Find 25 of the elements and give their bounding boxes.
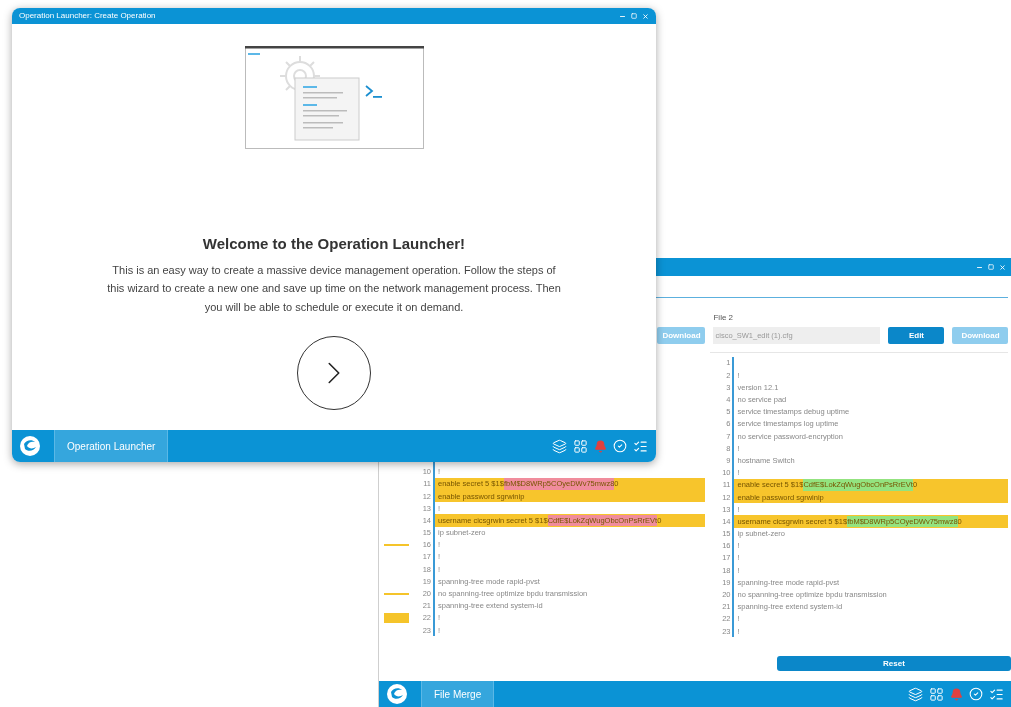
change-marker (384, 592, 409, 595)
task-list-icon[interactable] (989, 686, 1004, 702)
welcome-description: This is an easy way to create a massive device management operation. Follow the steps of this wizard to create a new one and save up time on the network management process. Then you will be able to schedule or execute it on demand. (106, 262, 562, 315)
edit-button[interactable]: Edit (888, 327, 945, 344)
change-marker (384, 613, 409, 624)
change-marker (384, 543, 409, 546)
app-logo-icon[interactable] (19, 435, 41, 457)
close-icon[interactable] (999, 263, 1006, 271)
check-circle-icon[interactable] (613, 439, 627, 453)
close-icon[interactable] (642, 12, 649, 20)
layers-icon[interactable] (552, 438, 567, 454)
check-circle-icon[interactable] (969, 687, 983, 701)
grid-icon[interactable] (573, 438, 588, 454)
maximize-icon[interactable] (631, 13, 637, 19)
taskbar-tab[interactable]: Operation Launcher (54, 430, 169, 462)
layers-icon[interactable] (908, 686, 923, 702)
window-title: Operation Launcher: Create Operation (19, 10, 156, 22)
app-logo-icon[interactable] (386, 683, 408, 705)
maximize-icon[interactable] (988, 264, 994, 270)
welcome-heading: Welcome to the Operation Launcher! (202, 234, 466, 254)
task-list-icon[interactable] (633, 438, 648, 454)
reset-button[interactable]: Reset (777, 656, 1011, 671)
taskbar-tab[interactable]: File Merge (421, 681, 495, 707)
file-label: File 2 (713, 312, 735, 324)
grid-icon[interactable] (929, 686, 944, 702)
